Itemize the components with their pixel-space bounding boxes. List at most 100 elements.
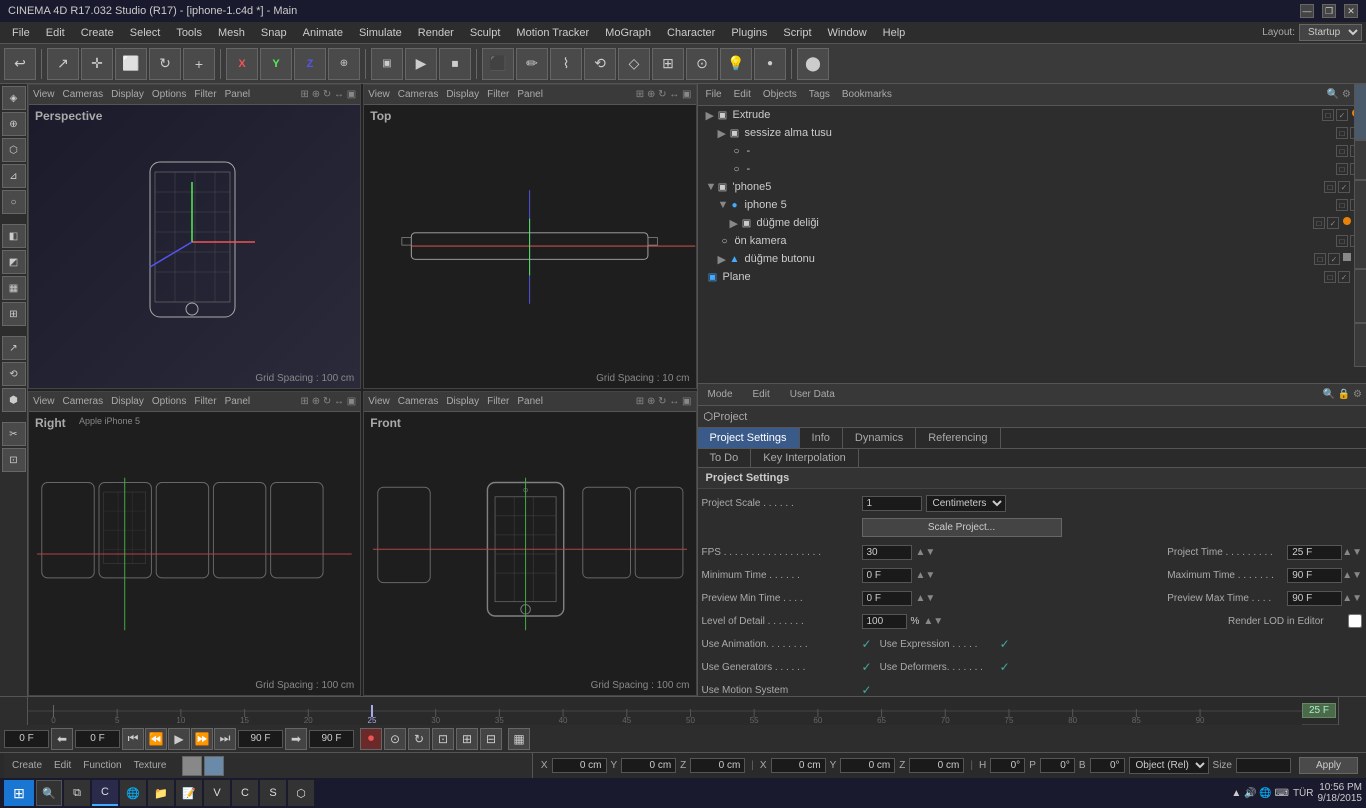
scale-project-button[interactable]: Scale Project... [862, 518, 1062, 537]
max-time-input[interactable] [1287, 568, 1342, 583]
viewport-perspective[interactable]: View Cameras Display Options Filter Pane… [28, 84, 361, 389]
vp-persp-cameras-btn[interactable]: Cameras [63, 89, 104, 100]
coord-y2-input[interactable] [840, 758, 895, 773]
coord-h-input[interactable] [990, 758, 1025, 773]
taskbar-app5[interactable]: V [204, 780, 230, 806]
camera-tool[interactable]: + [183, 48, 215, 80]
mat-swatch-2[interactable] [204, 756, 224, 776]
play-back-btn[interactable]: ⏪ [145, 728, 167, 750]
play-prev-btn[interactable]: ⬅ [51, 728, 73, 750]
menu-window[interactable]: Window [820, 25, 875, 41]
vis-cam[interactable]: □ [1322, 109, 1334, 121]
lod-input[interactable] [862, 614, 907, 629]
attr-userdata-btn[interactable]: User Data [784, 388, 841, 401]
record-param-btn[interactable]: ⊟ [480, 728, 502, 750]
tree-item-dugme-deligi[interactable]: ▶ ▣ düğme deliği □ ✓ [698, 214, 1366, 232]
vp-front-cameras-btn[interactable]: Cameras [398, 396, 439, 407]
vp-persp-filter-btn[interactable]: Filter [194, 89, 216, 100]
taskbar-skype[interactable]: S [260, 780, 286, 806]
menu-snap[interactable]: Snap [253, 25, 295, 41]
taskbar-search[interactable]: 🔍 [36, 780, 62, 806]
menu-select[interactable]: Select [122, 25, 169, 41]
scale-tool[interactable]: ⬜ [115, 48, 147, 80]
tree-item-dugme-butonu[interactable]: ▶ ▲ düğme butonu □ ✓ [698, 250, 1366, 268]
scene-edit-btn[interactable]: Edit [730, 88, 755, 101]
coord-x2-input[interactable] [771, 758, 826, 773]
menu-help[interactable]: Help [875, 25, 914, 41]
y-axis-btn[interactable]: Y [260, 48, 292, 80]
vp-persp-display-btn[interactable]: Display [111, 89, 144, 100]
start-button[interactable]: ⊞ [4, 780, 34, 806]
min-time-input[interactable] [862, 568, 912, 583]
record-rot-btn[interactable]: ↻ [408, 728, 430, 750]
menu-script[interactable]: Script [775, 25, 819, 41]
rotate-tool[interactable]: ↻ [149, 48, 181, 80]
coord-p-input[interactable] [1040, 758, 1075, 773]
vp-persp-options-btn[interactable]: Options [152, 89, 186, 100]
select-tool[interactable]: ↗ [47, 48, 79, 80]
menu-render[interactable]: Render [410, 25, 462, 41]
preview-min-input[interactable] [862, 591, 912, 606]
vp-right-filter-btn[interactable]: Filter [194, 396, 216, 407]
left-tool-5[interactable]: ○ [2, 190, 26, 214]
record-pos-btn[interactable]: ⊙ [384, 728, 406, 750]
taskbar-task-view[interactable]: ⧉ [64, 780, 90, 806]
play-step-btn[interactable]: ⏩ [191, 728, 213, 750]
tree-item-phone5[interactable]: ▼ ▣ 'phone5 □ ✓ [698, 178, 1366, 196]
menu-simulate[interactable]: Simulate [351, 25, 410, 41]
maximize-button[interactable]: ❐ [1322, 4, 1336, 18]
coord-b-input[interactable] [1090, 758, 1125, 773]
close-button[interactable]: ✕ [1344, 4, 1358, 18]
left-tool-3[interactable]: ⬡ [2, 138, 26, 162]
menu-character[interactable]: Character [659, 25, 723, 41]
coord-y-input[interactable] [621, 758, 676, 773]
vtab-layers[interactable]: Layers [1354, 323, 1366, 367]
left-tool-6[interactable]: ◧ [2, 224, 26, 248]
fps-input[interactable] [862, 545, 912, 560]
coord-x-input[interactable] [552, 758, 607, 773]
deform-btn[interactable]: ⟲ [584, 48, 616, 80]
minimize-button[interactable]: — [1300, 4, 1314, 18]
vis-render[interactable]: ✓ [1336, 109, 1348, 121]
vtab-takes[interactable]: Takes [1354, 140, 1366, 180]
material-btn[interactable]: ● [754, 48, 786, 80]
stop-btn[interactable]: ⏹ [439, 48, 471, 80]
tab-referencing[interactable]: Referencing [916, 428, 1000, 448]
x-axis-btn[interactable]: X [226, 48, 258, 80]
tab-project-settings[interactable]: Project Settings [698, 428, 800, 448]
menu-mesh[interactable]: Mesh [210, 25, 253, 41]
skip-start-btn[interactable]: ⏮ [122, 728, 144, 750]
coord-z2-input[interactable] [909, 758, 964, 773]
project-scale-input[interactable] [862, 496, 922, 511]
move-tool[interactable]: ✛ [81, 48, 113, 80]
vp-front-panel-btn[interactable]: Panel [517, 396, 543, 407]
left-tool-2[interactable]: ⊕ [2, 112, 26, 136]
apply-button[interactable]: Apply [1299, 757, 1358, 774]
menu-create[interactable]: Create [73, 25, 122, 41]
scene-bookmarks-btn[interactable]: Bookmarks [838, 88, 896, 101]
cube-btn[interactable]: ⬛ [482, 48, 514, 80]
array-btn[interactable]: ⊞ [652, 48, 684, 80]
menu-mograph[interactable]: MoGraph [597, 25, 659, 41]
record-active-btn[interactable]: ⏺ [360, 728, 382, 750]
start-frame-input[interactable] [4, 730, 49, 748]
vp-top-view-btn[interactable]: View [368, 89, 390, 100]
tree-item-on-kamera[interactable]: ○ ön kamera □ ✓ [698, 232, 1366, 250]
play-next-btn[interactable]: ➡ [285, 728, 307, 750]
vp-top-cameras-btn[interactable]: Cameras [398, 89, 439, 100]
coord-z-input[interactable] [690, 758, 745, 773]
scene-objects-btn[interactable]: Objects [759, 88, 801, 101]
menu-sculpt[interactable]: Sculpt [462, 25, 509, 41]
left-tool-10[interactable]: ↗ [2, 336, 26, 360]
tree-item-extrude[interactable]: ▶ ▣ Extrude □ ✓ [698, 106, 1366, 124]
taskbar-notepad[interactable]: 📝 [176, 780, 202, 806]
nurbs-btn[interactable]: ◇ [618, 48, 650, 80]
tree-item-sessize[interactable]: ▶ ▣ sessize alma tusu □ ✓ [698, 124, 1366, 142]
left-tool-4[interactable]: ⊿ [2, 164, 26, 188]
pen-btn[interactable]: ✏ [516, 48, 548, 80]
subtab-key-interpolation[interactable]: Key Interpolation [751, 449, 859, 467]
vp-right-view-btn[interactable]: View [33, 396, 55, 407]
vp-top-display-btn[interactable]: Display [446, 89, 479, 100]
vp-top-panel-btn[interactable]: Panel [517, 89, 543, 100]
record-btn[interactable]: ▣ [371, 48, 403, 80]
